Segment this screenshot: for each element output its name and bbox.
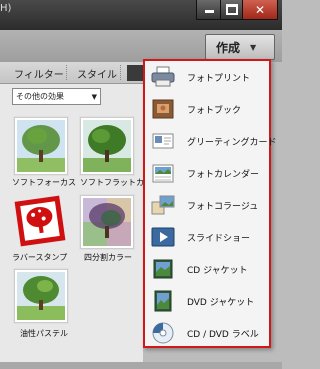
chevron-down-icon: ▼ bbox=[250, 42, 257, 52]
create-menu: フォトプリント フォトブック グリーティングカード フォトカレンダー フォトコラ… bbox=[143, 59, 276, 349]
menu-item-photo-calendar[interactable]: フォトカレンダー bbox=[145, 157, 269, 189]
close-button[interactable]: ✕ bbox=[242, 0, 278, 20]
slideshow-icon bbox=[151, 226, 175, 248]
maximize-icon bbox=[226, 4, 238, 15]
panel-footer bbox=[0, 362, 282, 369]
disc-label-icon bbox=[151, 322, 175, 344]
effects-panel: フィルター スタイル その他の効果 ▼ ソフトフォーカス ソフトフラットカ...… bbox=[0, 62, 152, 362]
dvd-jacket-icon bbox=[151, 290, 175, 312]
tab-separator bbox=[120, 65, 122, 80]
effect-label: ラバースタンプ bbox=[12, 253, 68, 262]
effect-label: 四分割カラー bbox=[84, 253, 132, 262]
menu-item-photo-collage[interactable]: フォトコラージュ bbox=[145, 189, 269, 221]
panel-tabs: フィルター スタイル bbox=[0, 62, 143, 84]
minimize-icon bbox=[204, 10, 214, 13]
menu-item-label: スライドショー bbox=[187, 234, 251, 244]
chevron-down-icon: ▼ bbox=[91, 92, 97, 101]
menu-item-cd-dvd-label[interactable]: CD / DVD ラベル bbox=[145, 317, 269, 349]
menu-item-photo-print[interactable]: フォトプリント bbox=[145, 61, 269, 93]
rubber-stamp-tree-icon bbox=[14, 195, 66, 247]
tree-icon bbox=[80, 117, 134, 175]
effect-label: ソフトフォーカス bbox=[12, 178, 76, 187]
cd-jacket-icon bbox=[151, 258, 175, 280]
tab-filter[interactable]: フィルター bbox=[14, 66, 64, 81]
menu-item-dvd-jacket[interactable]: DVD ジャケット bbox=[145, 285, 269, 317]
create-button-label: 作成 bbox=[216, 40, 241, 55]
greeting-card-icon bbox=[151, 130, 175, 152]
menu-item-label: フォトコラージュ bbox=[187, 202, 259, 212]
minimize-button[interactable] bbox=[196, 0, 222, 20]
menu-item-cd-jacket[interactable]: CD ジャケット bbox=[145, 253, 269, 285]
menu-item-photo-book[interactable]: フォトブック bbox=[145, 93, 269, 125]
menu-item-slideshow[interactable]: スライドショー bbox=[145, 221, 269, 253]
tree-icon bbox=[14, 117, 68, 175]
action-bar: 作成 ▼ bbox=[0, 30, 282, 62]
close-icon: ✕ bbox=[254, 2, 266, 17]
effects-category-select[interactable]: その他の効果 ▼ bbox=[12, 88, 101, 105]
menu-item-label: フォトカレンダー bbox=[187, 170, 260, 180]
printer-icon bbox=[151, 66, 175, 88]
quad-color-tree-icon bbox=[80, 195, 134, 249]
collage-icon bbox=[151, 194, 175, 216]
calendar-icon bbox=[151, 162, 175, 184]
tab-graphics[interactable] bbox=[127, 65, 143, 81]
effect-label: 油性パステル bbox=[20, 329, 68, 338]
effects-category-value: その他の効果 bbox=[16, 92, 64, 101]
menu-item-label: DVD ジャケット bbox=[187, 298, 255, 308]
menu-item-label: CD / DVD ラベル bbox=[187, 330, 259, 340]
photo-book-icon bbox=[151, 98, 175, 120]
menu-item-label: CD ジャケット bbox=[187, 266, 248, 276]
window-title-bar: H) ✕ bbox=[0, 0, 282, 30]
maximize-button[interactable] bbox=[220, 0, 244, 20]
menu-item-greeting-card[interactable]: グリーティングカード bbox=[145, 125, 276, 157]
menu-item-label: フォトプリント bbox=[187, 74, 251, 84]
menu-item-label: グリーティングカード bbox=[187, 138, 277, 148]
menu-item-label: フォトブック bbox=[187, 106, 242, 116]
create-button[interactable]: 作成 ▼ bbox=[205, 34, 275, 60]
tab-separator bbox=[66, 65, 68, 80]
tab-style[interactable]: スタイル bbox=[77, 66, 117, 81]
window-title: H) bbox=[0, 3, 12, 14]
pastel-tree-icon bbox=[14, 269, 68, 323]
effect-label: ソフトフラットカ... bbox=[80, 178, 152, 187]
